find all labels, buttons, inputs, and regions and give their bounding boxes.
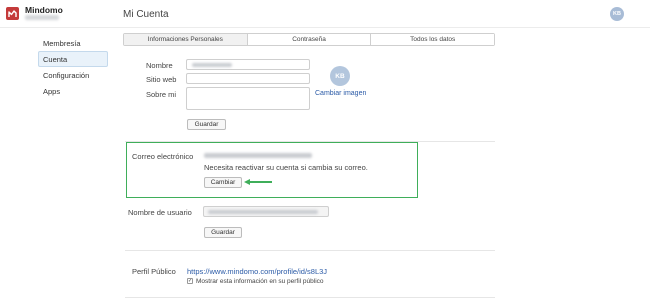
- brand-name: Mindomo: [25, 5, 63, 15]
- profile-avatar: KB: [330, 66, 350, 86]
- account-tabs: Informaciones Personales Contraseña Todo…: [123, 33, 495, 46]
- username-label: Nombre de usuario: [128, 208, 192, 217]
- sidebar-item-apps[interactable]: Apps: [38, 83, 108, 99]
- header-divider: [0, 27, 650, 28]
- user-avatar[interactable]: KB: [610, 7, 624, 21]
- change-email-button[interactable]: Cambiar: [204, 177, 242, 188]
- sidebar-item-membresia[interactable]: Membresía: [38, 35, 108, 51]
- website-label: Sitio web: [146, 75, 177, 84]
- public-profile-label: Perfil Público: [132, 267, 176, 276]
- username-field[interactable]: [203, 206, 329, 217]
- sidebar-item-cuenta[interactable]: Cuenta: [38, 51, 108, 67]
- email-label: Correo electrónico: [132, 152, 194, 161]
- show-public-checkbox[interactable]: ✓: [187, 278, 193, 284]
- sidebar-item-configuracion[interactable]: Configuración: [38, 67, 108, 83]
- brand-subtitle-redacted: [25, 15, 59, 20]
- arrow-line: [248, 181, 272, 183]
- show-public-checkbox-label[interactable]: Mostrar esta información en su perfil pú…: [196, 278, 324, 285]
- name-field[interactable]: [186, 59, 310, 70]
- save-profile-button[interactable]: Guardar: [187, 119, 226, 130]
- sidebar: Membresía Cuenta Configuración Apps: [38, 35, 108, 99]
- tab-todos-los-datos[interactable]: Todos los datos: [371, 34, 495, 45]
- website-field[interactable]: [186, 73, 310, 84]
- tab-informaciones-personales[interactable]: Informaciones Personales: [124, 34, 248, 45]
- page-title: Mi Cuenta: [123, 9, 169, 20]
- about-label: Sobre mi: [146, 90, 177, 99]
- mindomo-logo-icon[interactable]: [6, 7, 19, 20]
- section-divider: [125, 250, 495, 251]
- save-username-button[interactable]: Guardar: [204, 227, 242, 238]
- email-notice: Necesita reactivar su cuenta si cambia s…: [204, 163, 368, 172]
- email-value-redacted: [204, 153, 312, 158]
- public-profile-url[interactable]: https://www.mindomo.com/profile/id/s8L3J: [187, 267, 327, 276]
- change-image-link[interactable]: Cambiar imagen: [315, 90, 366, 97]
- tab-contrasena[interactable]: Contraseña: [247, 34, 372, 45]
- name-label: Nombre: [146, 61, 173, 70]
- about-textarea[interactable]: [186, 87, 310, 110]
